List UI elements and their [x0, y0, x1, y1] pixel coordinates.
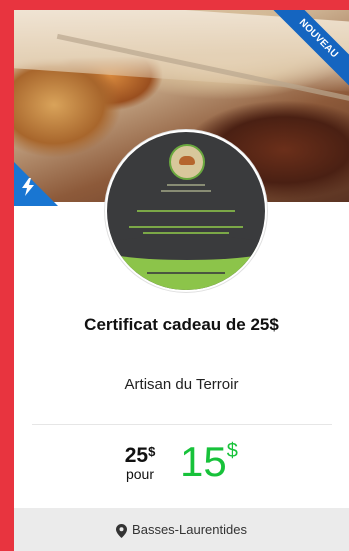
sale-price: 15$: [180, 438, 238, 486]
logo-bread-shape: [179, 156, 195, 165]
logo-text-line: [129, 226, 243, 228]
deal-card[interactable]: NOUVEAU Certificat cadeau de 25$ Artisan…: [14, 10, 349, 551]
original-price: 25$ pour: [110, 444, 170, 482]
offer-title[interactable]: Certificat cadeau de 25$: [14, 315, 349, 335]
logo-emblem: [169, 144, 205, 180]
logo-wave: [107, 236, 265, 260]
logo-footer-line: [147, 272, 225, 274]
location-region: Basses-Laurentides: [132, 522, 247, 537]
original-price-currency: $: [148, 444, 156, 459]
vendor-logo: [105, 130, 267, 292]
logo-wordmark: [167, 184, 205, 186]
price-for-label: pour: [125, 466, 155, 482]
vendor-name: Artisan du Terroir: [124, 376, 239, 393]
location-bar: Basses-Laurentides: [14, 508, 349, 551]
divider: [32, 424, 332, 425]
sale-price-currency: $: [226, 440, 238, 462]
price-block: 25$ pour 15$: [14, 438, 349, 498]
logo-text-line: [143, 232, 229, 234]
logo-text-line: [137, 210, 235, 212]
original-price-value: 25: [124, 444, 149, 467]
logo-tagline: [161, 190, 211, 192]
lightning-icon: [22, 178, 34, 196]
map-pin-icon: [116, 523, 128, 538]
sale-price-value: 15: [180, 438, 227, 485]
